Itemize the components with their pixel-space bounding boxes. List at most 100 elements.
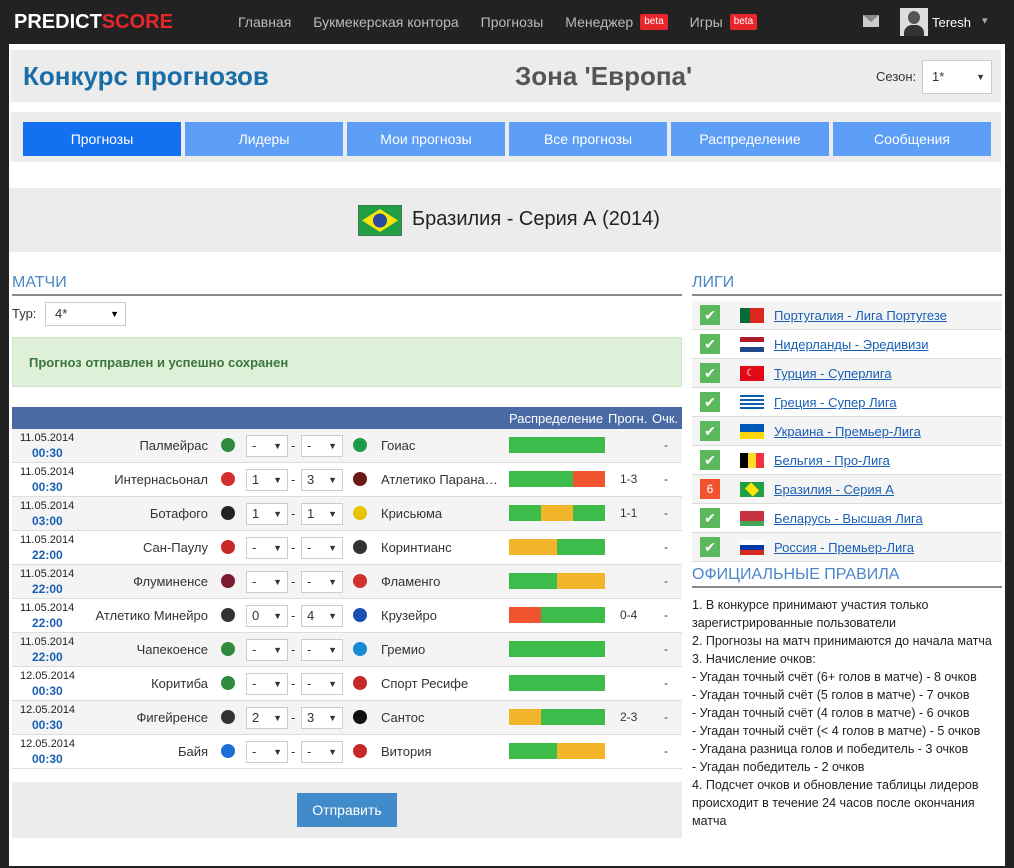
tab-1[interactable]: Лидеры bbox=[185, 122, 343, 156]
check-icon[interactable]: ✔ bbox=[700, 363, 720, 383]
beta-badge: beta bbox=[640, 14, 668, 30]
home-crest-icon bbox=[221, 642, 235, 656]
chevron-down-icon[interactable]: ▾ bbox=[982, 14, 988, 27]
away-score-select[interactable]: - ▼ bbox=[301, 673, 343, 695]
contest-header: Конкурс прогнозов Зона 'Европа' Сезон: 1… bbox=[11, 50, 1001, 102]
nav-link[interactable]: Букмекерская контора bbox=[313, 0, 458, 44]
league-link[interactable]: Бельгия - Про-Лига bbox=[774, 453, 890, 468]
points: - bbox=[664, 472, 668, 486]
away-team: Гоиас bbox=[381, 438, 416, 453]
home-score-select[interactable]: - ▼ bbox=[246, 537, 288, 559]
home-score-select[interactable]: - ▼ bbox=[246, 741, 288, 763]
league-link[interactable]: Турция - Суперлига bbox=[774, 366, 892, 381]
nav-link[interactable]: Главная bbox=[238, 0, 291, 44]
by-flag-icon bbox=[740, 511, 764, 526]
distribution-bar bbox=[509, 743, 605, 759]
season-select[interactable]: 1* ▼ bbox=[922, 60, 992, 94]
site-logo[interactable]: PREDICTSCORE bbox=[14, 11, 173, 34]
league-item: ✔ Россия - Премьер-Лига bbox=[692, 533, 1002, 562]
match-date: 11.05.2014 bbox=[20, 534, 75, 546]
away-team: Сантос bbox=[381, 710, 425, 725]
tab-0[interactable]: Прогнозы bbox=[23, 122, 181, 156]
away-score-select[interactable]: 3 ▼ bbox=[301, 469, 343, 491]
rule-line: - Угадан точный счёт (6+ голов в матче) … bbox=[692, 670, 977, 684]
chevron-down-icon: ▼ bbox=[273, 645, 282, 655]
away-crest-icon bbox=[353, 676, 367, 690]
points: - bbox=[664, 676, 668, 690]
away-score-select[interactable]: 4 ▼ bbox=[301, 605, 343, 627]
prediction: 1-3 bbox=[620, 472, 638, 486]
table-row: 11.05.2014 22:00 Флуминенсе - ▼ - - ▼ Фламенго - bbox=[12, 565, 682, 599]
match-time: 22:00 bbox=[32, 582, 63, 596]
user-name[interactable]: Teresh bbox=[932, 15, 971, 30]
chevron-down-icon: ▼ bbox=[273, 577, 282, 587]
score-separator: - bbox=[291, 676, 296, 691]
home-team: Коритиба bbox=[151, 676, 208, 691]
tab-2[interactable]: Мои прогнозы bbox=[347, 122, 505, 156]
home-crest-icon bbox=[221, 506, 235, 520]
home-score-select[interactable]: - ▼ bbox=[246, 673, 288, 695]
home-score-select[interactable]: 1 ▼ bbox=[246, 469, 288, 491]
tr-flag-icon: ☾ bbox=[740, 366, 764, 381]
league-banner: Бразилия - Серия А (2014) bbox=[9, 188, 1001, 252]
nav-links: Главная Букмекерская контора Прогнозы Менед… bbox=[238, 0, 779, 44]
check-icon[interactable]: ✔ bbox=[700, 450, 720, 470]
tab-4[interactable]: Распределение bbox=[671, 122, 829, 156]
count-badge[interactable]: 6 bbox=[700, 479, 720, 499]
home-score-select[interactable]: 0 ▼ bbox=[246, 605, 288, 627]
home-score-select[interactable]: - ▼ bbox=[246, 639, 288, 661]
league-item: ✔ Бельгия - Про-Лига bbox=[692, 446, 1002, 475]
nav-link[interactable]: Менеджер beta bbox=[565, 0, 668, 44]
home-score-select[interactable]: 1 ▼ bbox=[246, 503, 288, 525]
mail-icon[interactable] bbox=[863, 15, 879, 27]
away-score-select[interactable]: - ▼ bbox=[301, 435, 343, 457]
nav-link[interactable]: Игры beta bbox=[690, 0, 758, 44]
check-icon[interactable]: ✔ bbox=[700, 334, 720, 354]
submit-button[interactable]: Отправить bbox=[297, 793, 397, 827]
table-row: 12.05.2014 00:30 Коритиба - ▼ - - ▼ Спорт Ресифе… bbox=[12, 667, 682, 701]
away-score-select[interactable]: - ▼ bbox=[301, 571, 343, 593]
home-score-select[interactable]: - ▼ bbox=[246, 435, 288, 457]
league-link[interactable]: Беларусь - Высшая Лига bbox=[774, 511, 923, 526]
tab-3[interactable]: Все прогнозы bbox=[509, 122, 667, 156]
away-score-select[interactable]: 3 ▼ bbox=[301, 707, 343, 729]
distribution-bar bbox=[509, 505, 605, 521]
away-team: Гремио bbox=[381, 642, 426, 657]
chevron-down-icon: ▼ bbox=[328, 577, 337, 587]
check-icon[interactable]: ✔ bbox=[700, 421, 720, 441]
tour-select[interactable]: 4* ▼ bbox=[45, 302, 126, 326]
chevron-down-icon: ▼ bbox=[328, 679, 337, 689]
away-score-select[interactable]: - ▼ bbox=[301, 537, 343, 559]
league-item: ✔ Украина - Премьер-Лига bbox=[692, 417, 1002, 446]
chevron-down-icon: ▼ bbox=[273, 543, 282, 553]
tab-5[interactable]: Сообщения bbox=[833, 122, 991, 156]
score-separator: - bbox=[291, 608, 296, 623]
league-link[interactable]: Португалия - Лига Португезе bbox=[774, 308, 947, 323]
rule-line: - Угадана разница голов и победитель - 3… bbox=[692, 742, 969, 756]
rule-line: 4. Подсчет очков и обновление таблицы ли… bbox=[692, 778, 979, 828]
home-score-select[interactable]: 2 ▼ bbox=[246, 707, 288, 729]
home-score-select[interactable]: - ▼ bbox=[246, 571, 288, 593]
away-score-select[interactable]: 1 ▼ bbox=[301, 503, 343, 525]
avatar[interactable] bbox=[900, 8, 928, 36]
chevron-down-icon: ▼ bbox=[273, 441, 282, 451]
match-date: 12.05.2014 bbox=[20, 704, 76, 716]
home-crest-icon bbox=[221, 574, 235, 588]
away-score-select[interactable]: - ▼ bbox=[301, 741, 343, 763]
away-score-select[interactable]: - ▼ bbox=[301, 639, 343, 661]
check-icon[interactable]: ✔ bbox=[700, 537, 720, 557]
table-row: 11.05.2014 22:00 Чапекоенсе - ▼ - - ▼ Гремио - bbox=[12, 633, 682, 667]
beta-badge: beta bbox=[729, 14, 758, 30]
match-date: 11.05.2014 bbox=[20, 432, 75, 444]
league-link[interactable]: Греция - Супер Лига bbox=[774, 395, 897, 410]
league-link[interactable]: Бразилия - Серия А bbox=[774, 482, 894, 497]
league-link[interactable]: Нидерланды - Эредивизи bbox=[774, 337, 928, 352]
home-crest-icon bbox=[221, 540, 235, 554]
league-link[interactable]: Украина - Премьер-Лига bbox=[774, 424, 921, 439]
check-icon[interactable]: ✔ bbox=[700, 305, 720, 325]
check-icon[interactable]: ✔ bbox=[700, 392, 720, 412]
table-row: 11.05.2014 22:00 Атлетико Минейро 0 ▼ -4 ▼ Круз… bbox=[12, 599, 682, 633]
check-icon[interactable]: ✔ bbox=[700, 508, 720, 528]
league-link[interactable]: Россия - Премьер-Лига bbox=[774, 540, 914, 555]
nav-link[interactable]: Прогнозы bbox=[481, 0, 544, 44]
